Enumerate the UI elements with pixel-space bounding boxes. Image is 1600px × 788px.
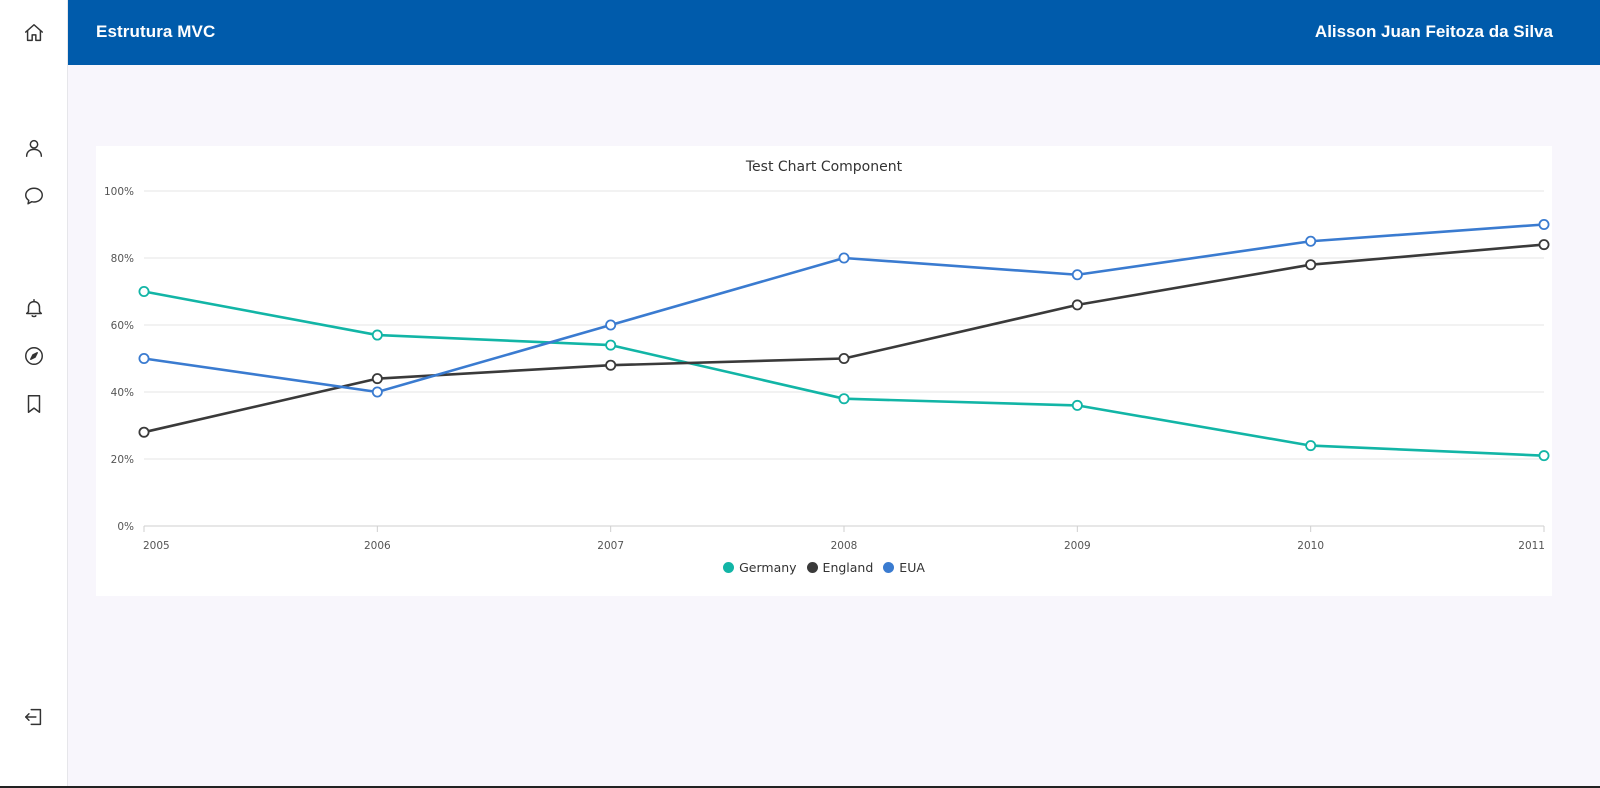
data-point-germany[interactable] — [1071, 399, 1083, 411]
data-point-eua[interactable] — [838, 252, 850, 264]
top-bar: Estrutura MVC Alisson Juan Feitoza da Si… — [68, 0, 1600, 65]
series-line-eua — [143, 223, 1545, 394]
legend-item-england[interactable]: England — [806, 560, 874, 575]
y-tick-label: 20% — [111, 454, 134, 466]
app-title[interactable]: Estrutura MVC — [96, 22, 215, 42]
data-point-england[interactable] — [138, 426, 150, 438]
series-line-germany — [143, 290, 1545, 457]
data-point-eua[interactable] — [371, 386, 383, 398]
data-point-eua[interactable] — [605, 319, 617, 331]
legend-marker — [723, 562, 735, 573]
compass-icon[interactable] — [22, 344, 46, 368]
x-tick-label: 2011 — [1518, 540, 1545, 552]
legend-label: EUA — [899, 560, 925, 575]
logout-icon[interactable] — [22, 705, 46, 729]
legend-marker — [806, 562, 818, 573]
data-point-england[interactable] — [1071, 299, 1083, 311]
legend-label: Germany — [739, 560, 797, 575]
x-tick-label: 2006 — [364, 540, 391, 552]
x-tick-label: 2010 — [1297, 540, 1324, 552]
sidebar — [0, 0, 68, 786]
x-tick-label: 2009 — [1064, 540, 1091, 552]
data-point-england[interactable] — [371, 373, 383, 385]
chart-card: Test Chart Component 0% 20% 40% 60% 80% 100% 2… — [96, 146, 1552, 596]
x-tick-label: 2005 — [143, 540, 170, 552]
data-point-england[interactable] — [605, 359, 617, 371]
data-point-germany[interactable] — [605, 339, 617, 351]
bell-icon[interactable] — [22, 296, 46, 320]
data-point-germany[interactable] — [138, 285, 150, 297]
home-icon[interactable] — [22, 21, 46, 45]
legend-item-germany[interactable]: Germany — [723, 560, 797, 575]
user-name[interactable]: Alisson Juan Feitoza da Silva — [1315, 22, 1553, 42]
data-point-germany[interactable] — [1538, 450, 1550, 462]
y-tick-label: 80% — [111, 253, 134, 265]
y-tick-label: 0% — [117, 521, 134, 533]
data-point-germany[interactable] — [1305, 440, 1317, 452]
legend-marker — [883, 562, 895, 573]
data-point-england[interactable] — [1305, 259, 1317, 271]
data-point-england[interactable] — [838, 352, 850, 364]
chart-legend: Germany England EUA — [96, 560, 1552, 575]
x-tick-label: 2008 — [831, 540, 858, 552]
legend-item-eua[interactable]: EUA — [883, 560, 925, 575]
bookmark-icon[interactable] — [22, 392, 46, 416]
data-point-germany[interactable] — [838, 393, 850, 405]
data-point-eua[interactable] — [1538, 219, 1550, 231]
chart-title: Test Chart Component — [745, 159, 903, 175]
data-point-england[interactable] — [1538, 239, 1550, 251]
y-tick-label: 100% — [104, 186, 134, 198]
data-point-eua[interactable] — [138, 352, 150, 364]
legend-label: England — [822, 560, 874, 575]
y-tick-label: 60% — [111, 320, 134, 332]
line-chart: Test Chart Component 0% 20% 40% 60% 80% 100% 2… — [104, 159, 1550, 552]
data-point-eua[interactable] — [1071, 269, 1083, 281]
x-tick-label: 2007 — [597, 540, 624, 552]
chat-icon[interactable] — [22, 184, 46, 208]
user-icon[interactable] — [22, 136, 46, 160]
y-tick-label: 40% — [111, 387, 134, 399]
data-point-eua[interactable] — [1305, 235, 1317, 247]
data-point-germany[interactable] — [371, 329, 383, 341]
